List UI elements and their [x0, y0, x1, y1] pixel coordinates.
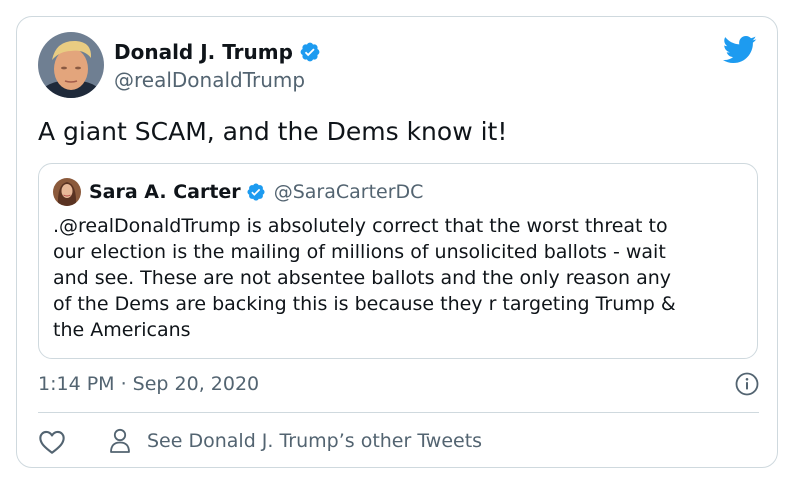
divider [38, 412, 759, 413]
quoted-author-avatar[interactable] [53, 178, 81, 206]
verified-badge-icon [247, 183, 265, 201]
quoted-tweet-line: of the Dems are backing this is because … [53, 293, 676, 315]
tweet-text: A giant SCAM, and the Dems know it! [38, 117, 508, 146]
quoted-author-row[interactable]: Sara A. Carter @SaraCarterDC [89, 178, 423, 206]
author-name[interactable]: Donald J. Trump [114, 39, 293, 65]
tweet-card: Donald J. Trump @realDonaldTrump A giant… [16, 16, 778, 468]
quoted-author-handle[interactable]: @SaraCarterDC [274, 178, 424, 206]
verified-badge-icon [300, 42, 320, 62]
quoted-author-name[interactable]: Sara A. Carter [89, 178, 241, 206]
see-other-tweets-label[interactable]: See Donald J. Trump’s other Tweets [147, 427, 482, 455]
tweet-timestamp[interactable]: 1:14 PM · Sep 20, 2020 [38, 371, 259, 397]
quoted-tweet[interactable]: Sara A. Carter @SaraCarterDC .@realDonal… [38, 163, 758, 359]
quoted-author-avatar-image [53, 178, 81, 206]
author-avatar-image [38, 32, 104, 98]
see-other-tweets-link[interactable]: See Donald J. Trump’s other Tweets [109, 427, 482, 455]
quoted-tweet-line: and see. These are not absentee ballots … [53, 267, 672, 289]
twitter-bird-icon[interactable] [723, 35, 757, 65]
author-avatar[interactable] [38, 32, 104, 98]
author-name-row[interactable]: Donald J. Trump [114, 39, 321, 65]
info-icon[interactable] [735, 372, 759, 396]
quoted-tweet-text: .@realDonaldTrump is absolutely correct … [53, 213, 753, 343]
quoted-tweet-line: .@realDonaldTrump is absolutely correct … [53, 215, 668, 237]
heart-icon[interactable] [38, 429, 66, 455]
person-icon [110, 428, 130, 453]
quoted-tweet-line: the Americans [53, 319, 191, 341]
quoted-tweet-line: our election is the mailing of millions … [53, 241, 666, 263]
author-handle[interactable]: @realDonaldTrump [114, 67, 305, 93]
